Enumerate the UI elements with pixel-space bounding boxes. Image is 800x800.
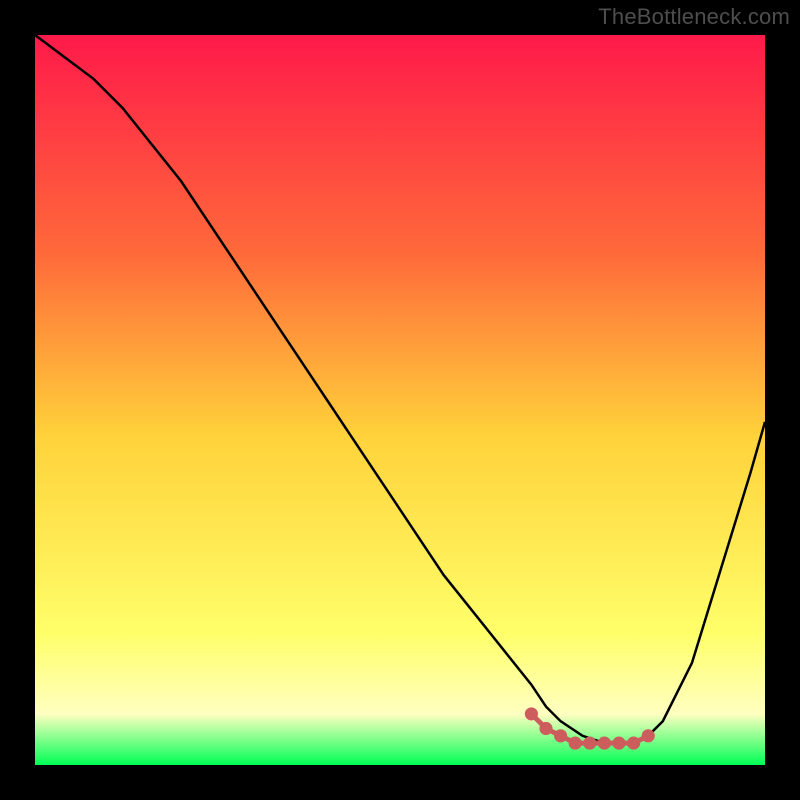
plot-area bbox=[35, 35, 765, 765]
optimal-range-point bbox=[554, 729, 567, 742]
optimal-range-point bbox=[642, 729, 655, 742]
optimal-range-point bbox=[539, 722, 552, 735]
bottleneck-chart-svg bbox=[35, 35, 765, 765]
optimal-range-point bbox=[569, 737, 582, 750]
optimal-range-point bbox=[612, 737, 625, 750]
optimal-range-point bbox=[525, 707, 538, 720]
chart-frame: TheBottleneck.com bbox=[0, 0, 800, 800]
optimal-range-point bbox=[627, 737, 640, 750]
optimal-range-point bbox=[583, 737, 596, 750]
watermark-text: TheBottleneck.com bbox=[598, 4, 790, 30]
optimal-range-point bbox=[598, 737, 611, 750]
gradient-background bbox=[35, 35, 765, 765]
